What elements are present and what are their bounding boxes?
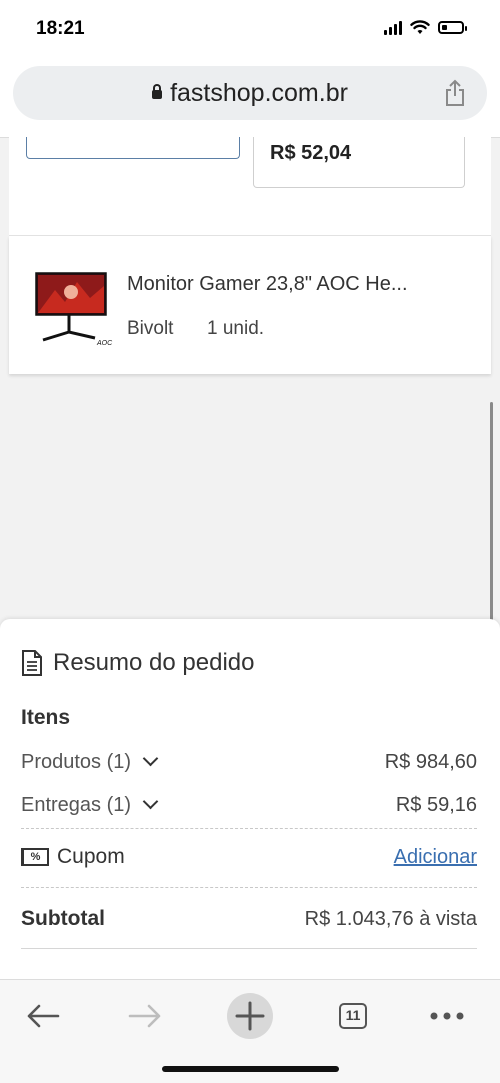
plus-icon bbox=[227, 993, 273, 1039]
products-label: Produtos (1) bbox=[21, 751, 132, 773]
shipping-price-box[interactable]: R$ 52,04 bbox=[253, 137, 465, 188]
cellular-signal-icon bbox=[384, 20, 402, 35]
divider bbox=[21, 887, 477, 888]
products-row[interactable]: Produtos (1) R$ 984,60 bbox=[21, 750, 477, 774]
more-icon bbox=[430, 1012, 464, 1020]
battery-level bbox=[442, 25, 447, 30]
divider bbox=[21, 828, 477, 829]
coupon-icon: % bbox=[21, 848, 49, 866]
home-indicator[interactable] bbox=[162, 1066, 339, 1072]
coupon-label: Cupom bbox=[57, 845, 125, 868]
status-icons bbox=[384, 20, 467, 35]
order-summary-panel: Resumo do pedido Itens Produtos (1) R$ 9… bbox=[0, 619, 500, 979]
divider bbox=[21, 948, 477, 949]
product-name: Monitor Gamer 23,8" AOC He... bbox=[127, 273, 408, 295]
status-bar: 18:21 bbox=[0, 0, 500, 60]
share-icon[interactable] bbox=[443, 79, 467, 107]
address-bar[interactable]: fastshop.com.br bbox=[13, 66, 487, 120]
add-coupon-link[interactable]: Adicionar bbox=[394, 846, 477, 869]
forward-button[interactable] bbox=[115, 990, 175, 1042]
battery-icon bbox=[438, 21, 467, 34]
url-text: fastshop.com.br bbox=[170, 79, 348, 107]
lock-icon bbox=[152, 84, 163, 99]
product-card[interactable]: AOC Monitor Gamer 23,8" AOC He... Bivolt… bbox=[9, 236, 491, 374]
product-thumbnail: AOC bbox=[35, 272, 113, 347]
document-icon bbox=[22, 650, 42, 676]
subtotal-label: Subtotal bbox=[21, 907, 105, 930]
chevron-down-icon[interactable] bbox=[142, 750, 159, 767]
back-button[interactable] bbox=[13, 990, 73, 1042]
summary-title: Resumo do pedido bbox=[53, 649, 255, 676]
shipping-option-card: R$ 52,04 bbox=[9, 137, 491, 236]
url-display[interactable]: fastshop.com.br bbox=[13, 79, 487, 108]
wifi-icon bbox=[410, 20, 430, 34]
deliveries-row[interactable]: Entregas (1) R$ 59,16 bbox=[21, 793, 477, 817]
coupon-row: % Cupom Adicionar bbox=[21, 845, 477, 869]
tabs-button[interactable]: 11 bbox=[323, 990, 383, 1042]
status-time: 18:21 bbox=[36, 18, 85, 39]
subtotal-value: R$ 1.043,76 à vista bbox=[304, 907, 477, 930]
svg-text:AOC: AOC bbox=[96, 340, 113, 347]
product-quantity: 1 unid. bbox=[207, 318, 265, 339]
chevron-down-icon[interactable] bbox=[142, 793, 159, 810]
new-tab-button[interactable] bbox=[220, 990, 280, 1042]
subtotal-row: Subtotal R$ 1.043,76 à vista bbox=[21, 907, 477, 931]
browser-top-bar: fastshop.com.br bbox=[0, 60, 500, 138]
items-heading: Itens bbox=[21, 706, 71, 729]
browser-toolbar: 11 bbox=[0, 979, 500, 1083]
deliveries-value: R$ 59,16 bbox=[395, 794, 477, 816]
shipping-select[interactable] bbox=[26, 137, 240, 159]
products-value: R$ 984,60 bbox=[384, 751, 477, 773]
forward-arrow-icon bbox=[128, 1004, 161, 1028]
scroll-indicator[interactable] bbox=[490, 402, 493, 632]
product-variant: Bivolt bbox=[127, 318, 174, 339]
tabs-icon: 11 bbox=[339, 1003, 367, 1029]
shipping-price: R$ 52,04 bbox=[270, 142, 352, 164]
back-arrow-icon bbox=[27, 1004, 60, 1028]
summary-header: Resumo do pedido bbox=[21, 649, 254, 677]
deliveries-label: Entregas (1) bbox=[21, 794, 132, 816]
more-menu-button[interactable] bbox=[417, 990, 477, 1042]
